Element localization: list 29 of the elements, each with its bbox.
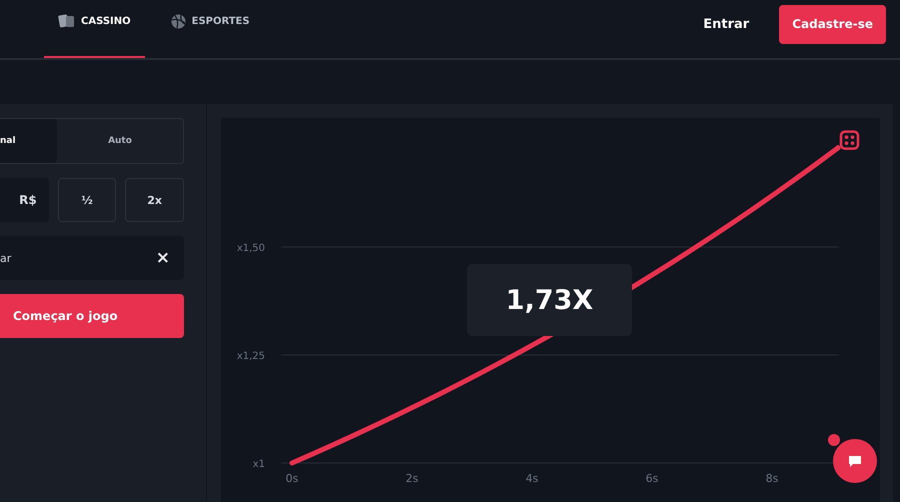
mode-tab[interactable]: Auto [57, 119, 183, 163]
x-axis-label: 6s [646, 472, 658, 485]
clear-button[interactable]: × [156, 248, 170, 268]
y-axis-label: x1,25 [236, 351, 265, 362]
cards-icon [58, 14, 75, 28]
y-axis-label: x1 [252, 459, 265, 470]
chat-button[interactable] [833, 439, 877, 483]
notification-dot [828, 434, 840, 446]
nav-tab[interactable]: ESPORTES [156, 0, 264, 58]
double-button[interactable]: 2x [125, 178, 184, 222]
nav-tab[interactable]: CASSINO [44, 0, 145, 58]
x-axis-label: 4s [526, 472, 538, 485]
field-value: ar [0, 252, 12, 264]
signup-button[interactable]: Cadastre-se [779, 4, 886, 44]
currency-label: R$ [19, 193, 37, 207]
bet-amount-field[interactable]: R$ [0, 178, 49, 222]
mode-tab[interactable]: nal [0, 119, 57, 163]
login-link[interactable]: Entrar [703, 16, 750, 32]
half-button[interactable]: ½ [58, 178, 116, 222]
x-axis-label: 2s [406, 472, 418, 485]
x-axis-label: 0s [286, 472, 298, 485]
multiplier-display: 1,73X [467, 264, 632, 336]
start-game-button[interactable]: Começar o jogo [0, 294, 184, 338]
x-axis-label: 8s [766, 472, 778, 485]
auto-cashout-field[interactable]: ar × [0, 236, 184, 280]
dice-icon [840, 130, 860, 150]
y-axis-label: x1,50 [236, 243, 265, 254]
chat-icon [848, 454, 862, 468]
ball-icon [170, 14, 186, 28]
